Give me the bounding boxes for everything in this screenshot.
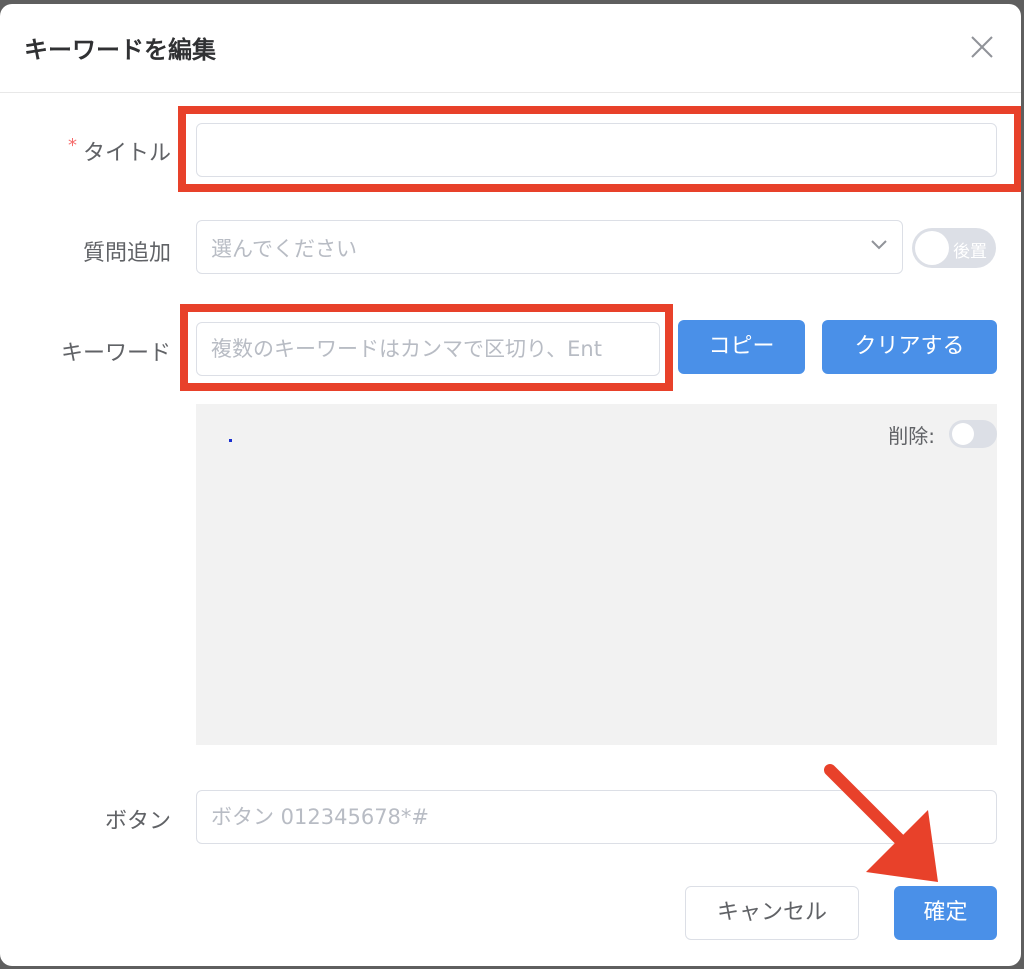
append-after-switch[interactable]: 後置	[912, 228, 996, 268]
dialog-header: キーワードを編集	[0, 4, 1021, 93]
chevron-down-icon	[871, 240, 887, 250]
question-select[interactable]: 選んでください	[196, 220, 903, 274]
button-label: ボタン	[104, 809, 171, 834]
keyword-list-area: 削除:	[196, 404, 997, 745]
title-label-text: タイトル	[82, 141, 171, 166]
switch-label: 後置	[953, 242, 987, 262]
required-mark: *	[67, 135, 77, 156]
cancel-button[interactable]: キャンセル	[685, 886, 859, 940]
keyword-label: キーワード	[60, 341, 171, 366]
annotation-arrow-icon	[824, 764, 938, 882]
delete-switch[interactable]	[949, 420, 997, 448]
delete-label: 削除:	[888, 424, 935, 448]
title-label: * タイトル	[68, 135, 171, 167]
dialog-title: キーワードを編集	[24, 36, 216, 64]
title-input[interactable]	[196, 123, 997, 177]
keyword-dot	[229, 439, 232, 442]
switch-knob	[915, 231, 949, 265]
question-select-placeholder: 選んでください	[211, 237, 357, 261]
confirm-button[interactable]: 確定	[894, 886, 997, 940]
keyword-input[interactable]	[196, 322, 660, 376]
edit-keyword-dialog: キーワードを編集 *タイトル 質問追加 選んでください 後置 キーワード コピー…	[0, 4, 1021, 966]
delete-switch-knob	[952, 423, 974, 445]
clear-button[interactable]: クリアする	[822, 320, 997, 374]
close-icon	[971, 36, 993, 58]
close-button[interactable]	[969, 34, 995, 60]
question-label: 質問追加	[82, 241, 171, 266]
copy-button[interactable]: コピー	[678, 320, 805, 374]
